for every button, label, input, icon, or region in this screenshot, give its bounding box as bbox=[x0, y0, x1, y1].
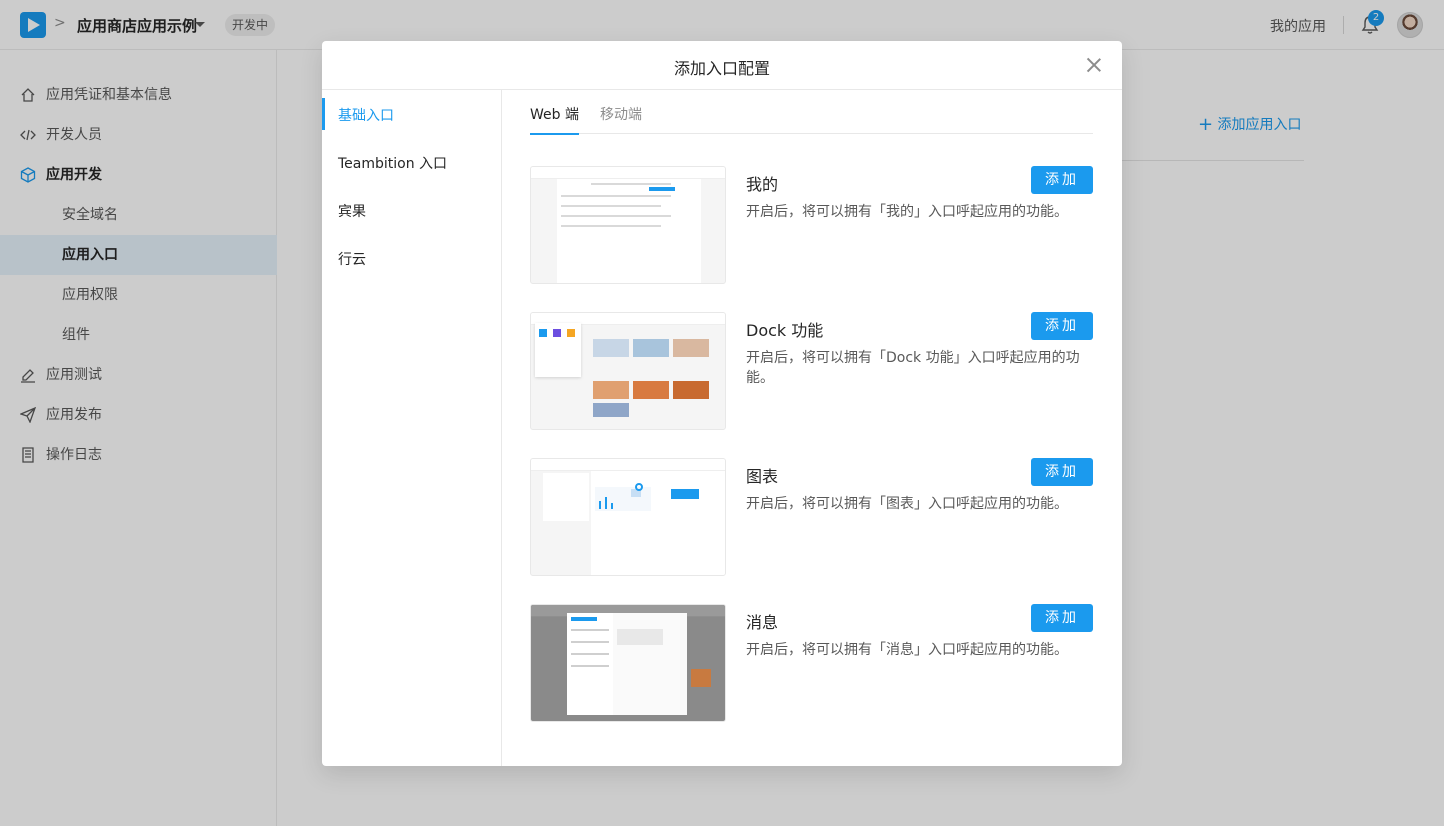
nav-item-label: 基础入口 bbox=[338, 108, 394, 124]
entry-preview-image bbox=[530, 166, 726, 284]
entry-card-mine: 我的 开启后，将可以拥有「我的」入口呼起应用的功能。 添加 bbox=[530, 166, 1093, 284]
nav-item-label: 宾果 bbox=[338, 204, 366, 220]
entry-description: 开启后，将可以拥有「Dock 功能」入口呼起应用的功能。 bbox=[746, 350, 1080, 386]
dialog-header: 添加入口配置 bbox=[322, 41, 1122, 90]
entry-preview-image bbox=[530, 312, 726, 430]
tab-mobile[interactable]: 移动端 bbox=[600, 104, 642, 134]
entry-title: 消息 bbox=[746, 613, 779, 632]
dialog-title: 添加入口配置 bbox=[673, 59, 770, 78]
add-button[interactable]: 添加 bbox=[1031, 166, 1093, 194]
entry-preview-image bbox=[530, 604, 726, 722]
nav-item-xingyun[interactable]: 行云 bbox=[322, 234, 501, 282]
entry-title: 图表 bbox=[746, 467, 779, 486]
entry-card-dock: Dock 功能 开启后，将可以拥有「Dock 功能」入口呼起应用的功能。 添加 bbox=[530, 312, 1093, 430]
close-icon[interactable] bbox=[1085, 56, 1103, 74]
entry-preview-image bbox=[530, 458, 726, 576]
nav-item-label: 行云 bbox=[338, 252, 366, 268]
entry-title: Dock 功能 bbox=[746, 321, 824, 340]
tab-web[interactable]: Web 端 bbox=[530, 104, 579, 135]
entry-description: 开启后，将可以拥有「我的」入口呼起应用的功能。 bbox=[746, 204, 1068, 220]
entry-description: 开启后，将可以拥有「图表」入口呼起应用的功能。 bbox=[746, 496, 1068, 512]
entry-card-message: 消息 开启后，将可以拥有「消息」入口呼起应用的功能。 添加 bbox=[530, 604, 1093, 722]
nav-item-label: Teambition 入口 bbox=[338, 156, 448, 172]
add-entry-dialog: 添加入口配置 基础入口 Teambition 入口 宾果 行云 Web 端 移动… bbox=[322, 41, 1122, 766]
platform-tabs: Web 端 移动端 bbox=[530, 90, 1093, 135]
entry-description: 开启后，将可以拥有「消息」入口呼起应用的功能。 bbox=[746, 642, 1068, 658]
add-button[interactable]: 添加 bbox=[1031, 312, 1093, 340]
nav-item-teambition[interactable]: Teambition 入口 bbox=[322, 138, 501, 186]
entry-card-chart: 图表 开启后，将可以拥有「图表」入口呼起应用的功能。 添加 bbox=[530, 458, 1093, 576]
entry-title: 我的 bbox=[746, 175, 779, 194]
nav-item-bingo[interactable]: 宾果 bbox=[322, 186, 501, 234]
add-button[interactable]: 添加 bbox=[1031, 604, 1093, 632]
add-button[interactable]: 添加 bbox=[1031, 458, 1093, 486]
nav-item-basic[interactable]: 基础入口 bbox=[322, 90, 501, 138]
entry-category-nav: 基础入口 Teambition 入口 宾果 行云 bbox=[322, 90, 502, 766]
